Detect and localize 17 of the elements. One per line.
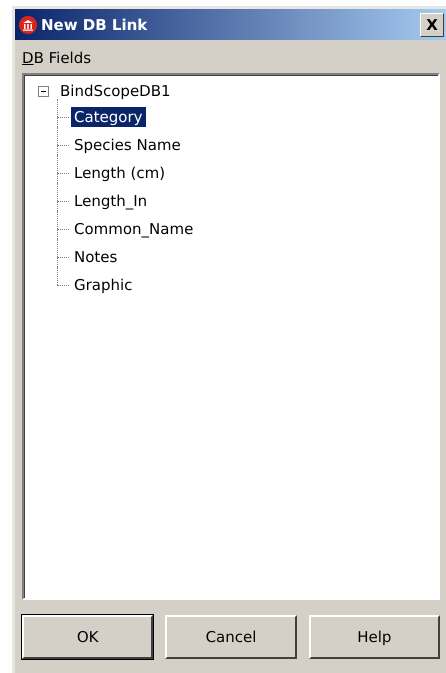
tree-item[interactable]: Graphic: [71, 275, 136, 295]
tree-item[interactable]: Notes: [71, 247, 120, 267]
dialog-button[interactable]: Help: [308, 615, 440, 659]
collapse-icon[interactable]: [38, 86, 49, 96]
tree-item[interactable]: Category: [71, 107, 146, 127]
tree-item[interactable]: Species Name: [71, 135, 184, 155]
tree-item[interactable]: Common_Name: [71, 219, 196, 239]
close-button[interactable]: X: [420, 12, 444, 36]
dialog-button[interactable]: Cancel: [165, 615, 297, 659]
dialog-button[interactable]: OK: [22, 615, 154, 659]
tree-item[interactable]: BindScopeDB1: [57, 81, 174, 101]
tree-view[interactable]: BindScopeDB1 Category Species Name Length (cm) Length_In Common_Name Notes Graphic: [22, 73, 440, 600]
fields-label: DB Fields: [22, 49, 92, 67]
temple-icon: [19, 16, 37, 34]
window-title: New DB Link: [41, 16, 148, 34]
tree-item[interactable]: Length (cm): [71, 163, 168, 183]
tree-item[interactable]: Length_In: [71, 191, 150, 211]
